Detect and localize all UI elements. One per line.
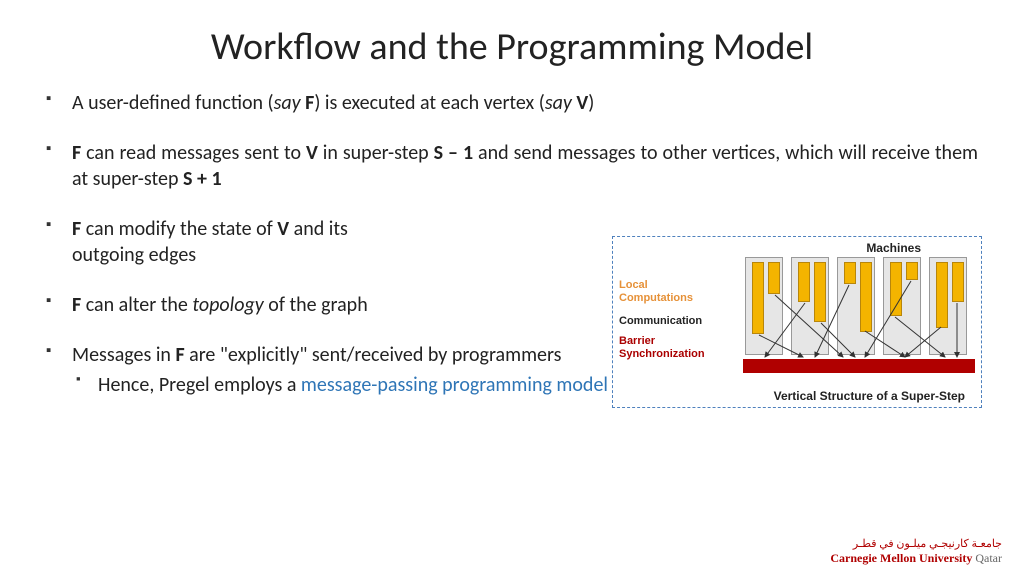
bullet-3: F can modify the state of V and its outg… [46,216,466,268]
machine-5 [929,257,967,355]
bullet-1: A user-defined function (say F) is execu… [46,90,978,116]
barrier-sync-label: Barrier Synchronization [619,335,729,361]
barrier-bar [743,359,975,373]
machines-row [745,257,967,355]
machine-1 [745,257,783,355]
logo-arabic: جامعـة كارنيجـي ميلـون في قطـر [830,539,1002,550]
machine-4 [883,257,921,355]
logo-english: Carnegie Mellon University Qatar [830,550,1002,566]
diagram-caption: Vertical Structure of a Super-Step [774,389,965,403]
machines-label: Machines [866,241,921,255]
cmu-qatar-logo: جامعـة كارنيجـي ميلـون في قطـر Carnegie … [830,539,1002,566]
bullet-2: F can read messages sent to V in super-s… [46,140,978,192]
communication-label: Communication [619,315,729,328]
local-computations-label: Local Computations [619,279,709,305]
superstep-diagram: Machines [612,236,982,408]
machine-3 [837,257,875,355]
diagram-labels: Local Computations Communication Barrier… [619,279,729,361]
machine-2 [791,257,829,355]
slide-title: Workflow and the Programming Model [0,0,1024,90]
